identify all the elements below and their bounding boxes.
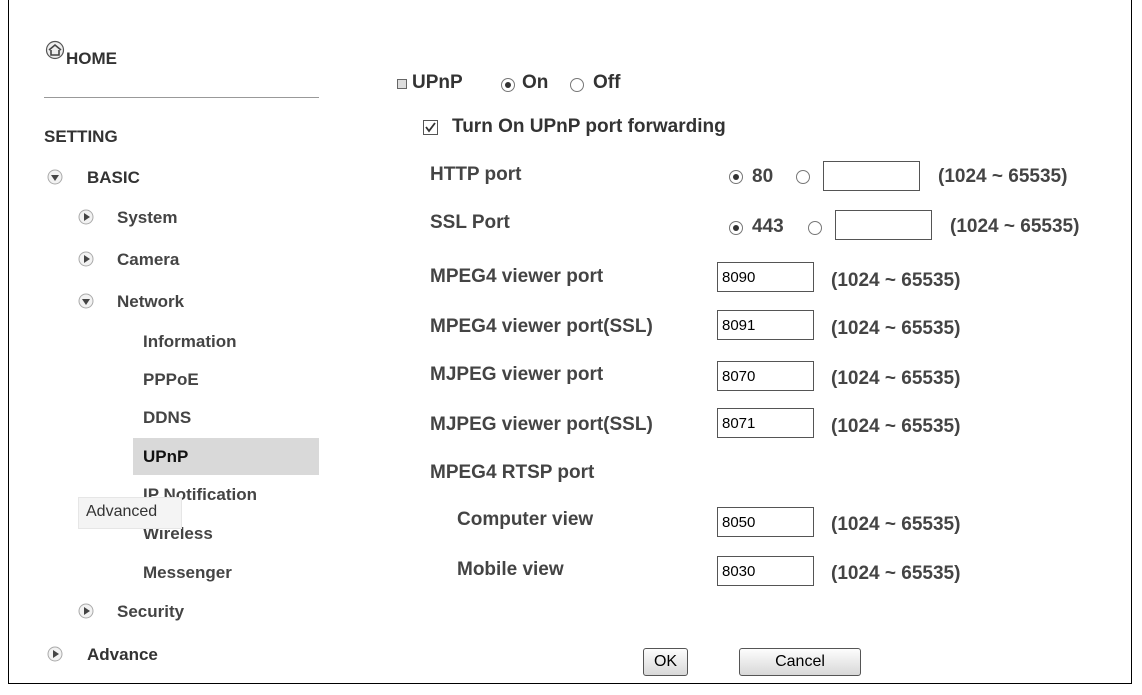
chevron-right-icon — [47, 646, 63, 662]
http-range: (1024 ~ 65535) — [938, 166, 1068, 187]
http-custom-input[interactable] — [823, 161, 920, 191]
ssl-default-radio[interactable] — [729, 221, 743, 235]
chevron-down-icon — [78, 293, 94, 309]
upnp-on-radio[interactable] — [501, 78, 515, 92]
cancel-button[interactable]: Cancel — [739, 648, 861, 676]
nav-security[interactable]: Security — [117, 602, 184, 622]
chevron-down-icon — [47, 169, 63, 185]
mpeg4-range: (1024 ~ 65535) — [831, 270, 961, 291]
forwarding-checkbox[interactable] — [423, 120, 438, 135]
ssl-custom-input[interactable] — [835, 210, 932, 240]
ok-button[interactable]: OK — [643, 648, 688, 676]
nav-upnp[interactable]: UPnP — [143, 447, 188, 467]
upnp-label: UPnP — [412, 72, 463, 93]
home-icon — [45, 40, 65, 60]
nav-information[interactable]: Information — [143, 332, 237, 352]
nav-divider — [44, 97, 319, 98]
upnp-on-label: On — [522, 72, 549, 93]
http-custom-radio[interactable] — [796, 170, 810, 184]
ssl-port-label: SSL Port — [430, 212, 510, 233]
computer-view-label: Computer view — [457, 509, 594, 530]
nav-home[interactable]: HOME — [66, 49, 117, 69]
http-port-label: HTTP port — [430, 164, 522, 185]
chevron-right-icon — [78, 603, 94, 619]
http-default-radio[interactable] — [729, 170, 743, 184]
upnp-off-radio[interactable] — [570, 78, 584, 92]
mpeg4-ssl-port-label: MPEG4 viewer port(SSL) — [430, 316, 653, 337]
checkmark-icon — [425, 122, 436, 133]
nav-ddns[interactable]: DDNS — [143, 408, 191, 428]
nav-pppoe[interactable]: PPPoE — [143, 370, 199, 390]
mjpeg-ssl-port-input[interactable] — [717, 408, 814, 438]
tooltip-text: Advanced — [86, 503, 158, 520]
upnp-off-label: Off — [593, 72, 621, 93]
mpeg4-ssl-range: (1024 ~ 65535) — [831, 318, 961, 339]
chevron-right-icon — [78, 209, 94, 225]
ssl-custom-radio[interactable] — [808, 221, 822, 235]
mjpeg-range: (1024 ~ 65535) — [831, 368, 961, 389]
ssl-range: (1024 ~ 65535) — [950, 216, 1080, 237]
mobile-view-label: Mobile view — [457, 559, 564, 580]
nav-setting-heading: SETTING — [44, 127, 118, 146]
mjpeg-port-input[interactable] — [717, 361, 814, 391]
nav-basic[interactable]: BASIC — [87, 168, 140, 188]
http-default-value: 80 — [752, 166, 774, 187]
mjpeg-ssl-port-label: MJPEG viewer port(SSL) — [430, 414, 653, 435]
nav-messenger[interactable]: Messenger — [143, 563, 232, 583]
computer-view-input[interactable] — [717, 507, 814, 537]
mobile-view-input[interactable] — [717, 556, 814, 586]
nav-system[interactable]: System — [117, 208, 177, 228]
computer-view-range: (1024 ~ 65535) — [831, 514, 961, 535]
mjpeg-port-label: MJPEG viewer port — [430, 364, 604, 385]
mobile-view-range: (1024 ~ 65535) — [831, 563, 961, 584]
nav-camera[interactable]: Camera — [117, 250, 179, 270]
nav-advance[interactable]: Advance — [87, 645, 158, 665]
forwarding-label: Turn On UPnP port forwarding — [452, 116, 726, 137]
mjpeg-ssl-range: (1024 ~ 65535) — [831, 416, 961, 437]
rtsp-port-label: MPEG4 RTSP port — [430, 462, 595, 483]
ssl-default-value: 443 — [752, 216, 784, 237]
mpeg4-port-input[interactable] — [717, 262, 814, 292]
nav-network[interactable]: Network — [117, 292, 184, 312]
section-bullet-icon — [397, 79, 407, 89]
mpeg4-port-label: MPEG4 viewer port — [430, 266, 604, 287]
chevron-right-icon — [78, 251, 94, 267]
mpeg4-ssl-port-input[interactable] — [717, 310, 814, 340]
